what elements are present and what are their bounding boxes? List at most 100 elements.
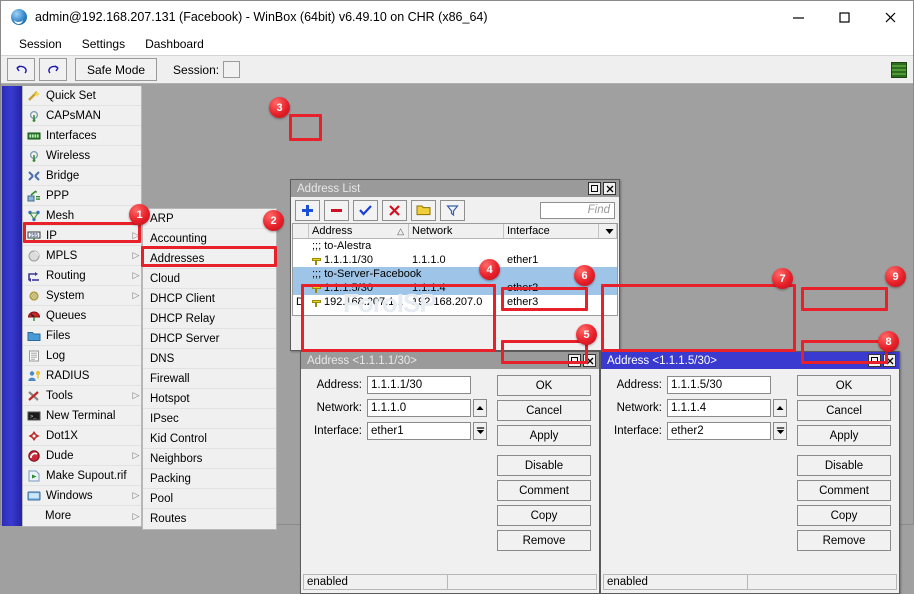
address-list-restore-button[interactable] bbox=[588, 182, 601, 195]
column-chooser[interactable] bbox=[599, 224, 617, 238]
ip-submenu-item-addresses[interactable]: Addresses bbox=[143, 249, 276, 269]
dialog2-copy-button[interactable]: Copy bbox=[797, 505, 891, 526]
sidebar-item-log[interactable]: Log bbox=[23, 346, 141, 366]
sidebar-item-files[interactable]: Files bbox=[23, 326, 141, 346]
sidebar-item-radius[interactable]: RADIUS bbox=[23, 366, 141, 386]
undo-icon[interactable] bbox=[7, 58, 35, 81]
menu-bar: Session Settings Dashboard bbox=[1, 33, 913, 55]
sidebar-item-new-terminal[interactable]: >_New Terminal bbox=[23, 406, 141, 426]
redo-icon[interactable] bbox=[39, 58, 67, 81]
sidebar-item-ip[interactable]: 255IP▷ bbox=[23, 226, 141, 246]
minimize-button[interactable] bbox=[775, 1, 821, 33]
address-dialog-1-close-button[interactable] bbox=[583, 354, 596, 367]
ip-submenu-item-dns[interactable]: DNS bbox=[143, 349, 276, 369]
enable-address-button[interactable] bbox=[353, 200, 378, 221]
sidebar-item-tools[interactable]: Tools▷ bbox=[23, 386, 141, 406]
session-field[interactable] bbox=[223, 61, 240, 78]
sidebar-item-routing[interactable]: Routing▷ bbox=[23, 266, 141, 286]
ip-submenu-item-firewall[interactable]: Firewall bbox=[143, 369, 276, 389]
address-dialog-2-close-button[interactable] bbox=[883, 354, 896, 367]
add-address-button[interactable] bbox=[295, 200, 320, 221]
dialog2-address-label: Address: bbox=[609, 379, 667, 391]
sidebar-item-quick-set[interactable]: Quick Set bbox=[23, 86, 141, 106]
ip-submenu-item-pool[interactable]: Pool bbox=[143, 489, 276, 509]
ip-submenu-item-arp[interactable]: ARP bbox=[143, 209, 276, 229]
ip-submenu-item-dhcp-server[interactable]: DHCP Server bbox=[143, 329, 276, 349]
sidebar-item-ppp[interactable]: PPP bbox=[23, 186, 141, 206]
comment-icon[interactable] bbox=[411, 200, 436, 221]
ip-submenu-item-hotspot[interactable]: Hotspot bbox=[143, 389, 276, 409]
column-network[interactable]: Network bbox=[409, 224, 504, 238]
sidebar-item-windows[interactable]: Windows▷ bbox=[23, 486, 141, 506]
ip-submenu-item-neighbors[interactable]: Neighbors bbox=[143, 449, 276, 469]
dialog1-network-input[interactable]: 1.1.1.0 bbox=[367, 399, 471, 417]
dialog1-disable-button[interactable]: Disable bbox=[497, 455, 591, 476]
menu-session[interactable]: Session bbox=[9, 35, 72, 53]
dialog1-comment-button[interactable]: Comment bbox=[497, 480, 591, 501]
close-button[interactable] bbox=[867, 1, 913, 33]
sidebar-item-wireless[interactable]: Wireless bbox=[23, 146, 141, 166]
dialog1-cancel-button[interactable]: Cancel bbox=[497, 400, 591, 421]
dialog2-cancel-button[interactable]: Cancel bbox=[797, 400, 891, 421]
filter-icon[interactable] bbox=[440, 200, 465, 221]
dialog1-network-label: Network: bbox=[309, 402, 367, 414]
ip-submenu-item-dhcp-relay[interactable]: DHCP Relay bbox=[143, 309, 276, 329]
column-address[interactable]: Address △ bbox=[309, 224, 409, 238]
address-dialog-2-restore-button[interactable] bbox=[868, 354, 881, 367]
ip-submenu-item-dhcp-client[interactable]: DHCP Client bbox=[143, 289, 276, 309]
column-flags[interactable] bbox=[293, 224, 309, 238]
find-input[interactable]: Find bbox=[540, 202, 615, 219]
address-list-title: Address List bbox=[297, 183, 360, 195]
spinner-up-icon[interactable] bbox=[473, 399, 487, 417]
dialog2-apply-button[interactable]: Apply bbox=[797, 425, 891, 446]
dialog2-network-input[interactable]: 1.1.1.4 bbox=[667, 399, 771, 417]
sidebar-item-bridge[interactable]: Bridge bbox=[23, 166, 141, 186]
address-list-comment-row[interactable]: ;;; to-Server-Facebook bbox=[293, 267, 617, 281]
dialog2-comment-button[interactable]: Comment bbox=[797, 480, 891, 501]
table-row[interactable]: D192.168.207.1...192.168.207.0ether3 bbox=[293, 295, 617, 309]
table-row[interactable]: 1.1.1.5/301.1.1.4ether2 bbox=[293, 281, 617, 295]
sidebar-item-make-supout-rif[interactable]: Make Supout.rif bbox=[23, 466, 141, 486]
column-interface[interactable]: Interface bbox=[504, 224, 599, 238]
ip-submenu-item-accounting[interactable]: Accounting bbox=[143, 229, 276, 249]
sidebar-item-dude[interactable]: Dude▷ bbox=[23, 446, 141, 466]
ip-submenu-item-ipsec[interactable]: IPsec bbox=[143, 409, 276, 429]
address-list-comment-row[interactable]: ;;; to-Alestra bbox=[293, 239, 617, 253]
dialog1-copy-button[interactable]: Copy bbox=[497, 505, 591, 526]
remove-address-button[interactable] bbox=[324, 200, 349, 221]
safe-mode-button[interactable]: Safe Mode bbox=[75, 58, 157, 81]
dialog1-ok-button[interactable]: OK bbox=[497, 375, 591, 396]
sidebar-item-mesh[interactable]: Mesh bbox=[23, 206, 141, 226]
dropdown-arrow-icon[interactable] bbox=[473, 422, 487, 440]
sidebar-item-queues[interactable]: Queues bbox=[23, 306, 141, 326]
sidebar-item-more[interactable]: More▷ bbox=[23, 506, 141, 526]
ip-submenu-item-routes[interactable]: Routes bbox=[143, 509, 276, 529]
dialog2-remove-button[interactable]: Remove bbox=[797, 530, 891, 551]
dialog2-interface-input[interactable]: ether2 bbox=[667, 422, 771, 440]
table-row[interactable]: 1.1.1.1/301.1.1.0ether1 bbox=[293, 253, 617, 267]
dialog1-interface-input[interactable]: ether1 bbox=[367, 422, 471, 440]
dialog1-address-input[interactable]: 1.1.1.1/30 bbox=[367, 376, 471, 394]
dialog2-ok-button[interactable]: OK bbox=[797, 375, 891, 396]
dialog1-apply-button[interactable]: Apply bbox=[497, 425, 591, 446]
sidebar-item-mpls[interactable]: MPLS▷ bbox=[23, 246, 141, 266]
sidebar-item-system[interactable]: System▷ bbox=[23, 286, 141, 306]
wand-icon bbox=[26, 89, 42, 103]
address-list-close-button[interactable] bbox=[603, 182, 616, 195]
address-dialog-1-restore-button[interactable] bbox=[568, 354, 581, 367]
maximize-button[interactable] bbox=[821, 1, 867, 33]
disable-address-button[interactable] bbox=[382, 200, 407, 221]
sidebar-item-dot1x[interactable]: Dot1X bbox=[23, 426, 141, 446]
menu-dashboard[interactable]: Dashboard bbox=[135, 35, 214, 53]
sidebar-item-capsman[interactable]: CAPsMAN bbox=[23, 106, 141, 126]
dropdown-arrow-icon[interactable] bbox=[773, 422, 787, 440]
ip-submenu-item-packing[interactable]: Packing bbox=[143, 469, 276, 489]
sidebar-item-interfaces[interactable]: Interfaces bbox=[23, 126, 141, 146]
menu-settings[interactable]: Settings bbox=[72, 35, 135, 53]
ip-submenu-item-kid-control[interactable]: Kid Control bbox=[143, 429, 276, 449]
spinner-up-icon[interactable] bbox=[773, 399, 787, 417]
dialog2-disable-button[interactable]: Disable bbox=[797, 455, 891, 476]
ip-submenu-item-cloud[interactable]: Cloud bbox=[143, 269, 276, 289]
dialog2-address-input[interactable]: 1.1.1.5/30 bbox=[667, 376, 771, 394]
dialog1-remove-button[interactable]: Remove bbox=[497, 530, 591, 551]
